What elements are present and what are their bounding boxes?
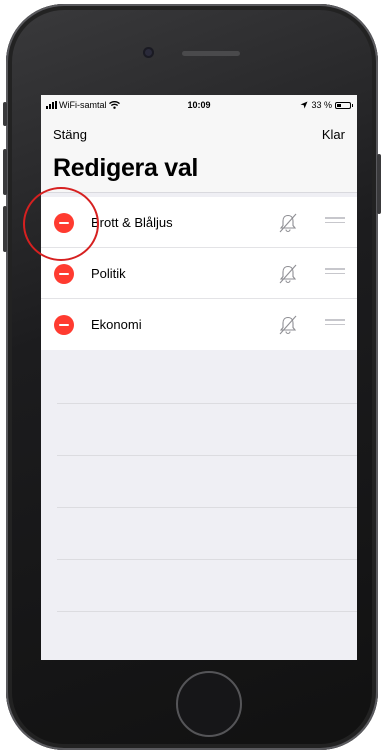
- close-button[interactable]: Stäng: [53, 127, 87, 142]
- volume-down-button: [3, 206, 7, 252]
- location-icon: [300, 101, 308, 109]
- reorder-handle[interactable]: [325, 217, 345, 229]
- status-bar: WiFi-samtal 10:09 33 %: [41, 95, 357, 117]
- battery-percent: 33 %: [311, 100, 332, 110]
- bell-slash-icon[interactable]: [277, 314, 299, 336]
- done-button[interactable]: Klar: [322, 127, 345, 142]
- delete-button[interactable]: [54, 264, 74, 284]
- earpiece-speaker: [182, 51, 240, 56]
- status-right: 33 %: [300, 100, 353, 110]
- list-item: Politik: [41, 248, 357, 299]
- delete-button[interactable]: [54, 315, 74, 335]
- list-item: Ekonomi: [41, 299, 357, 350]
- divider: [57, 403, 357, 404]
- front-camera: [143, 47, 154, 58]
- nav-header: Stäng Klar Redigera val: [41, 117, 357, 193]
- list-item-label: Ekonomi: [91, 317, 142, 332]
- volume-up-button: [3, 149, 7, 195]
- reorder-handle[interactable]: [325, 268, 345, 280]
- reorder-handle[interactable]: [325, 319, 345, 331]
- battery-icon: [335, 101, 353, 109]
- mute-switch: [3, 102, 7, 126]
- divider: [57, 507, 357, 508]
- highlight-annotation: [23, 187, 99, 261]
- page-title: Redigera val: [53, 154, 199, 182]
- bell-slash-icon[interactable]: [277, 212, 299, 234]
- battery-fill: [337, 103, 341, 107]
- home-button[interactable]: [176, 671, 242, 737]
- app-screen: WiFi-samtal 10:09 33 % Stäng Klar Redige…: [41, 95, 357, 660]
- divider: [57, 611, 357, 612]
- bell-slash-icon[interactable]: [277, 263, 299, 285]
- list-item-label: Brott & Blåljus: [91, 215, 173, 230]
- divider: [57, 559, 357, 560]
- list-item-label: Politik: [91, 266, 126, 281]
- divider: [57, 455, 357, 456]
- power-button: [377, 154, 381, 214]
